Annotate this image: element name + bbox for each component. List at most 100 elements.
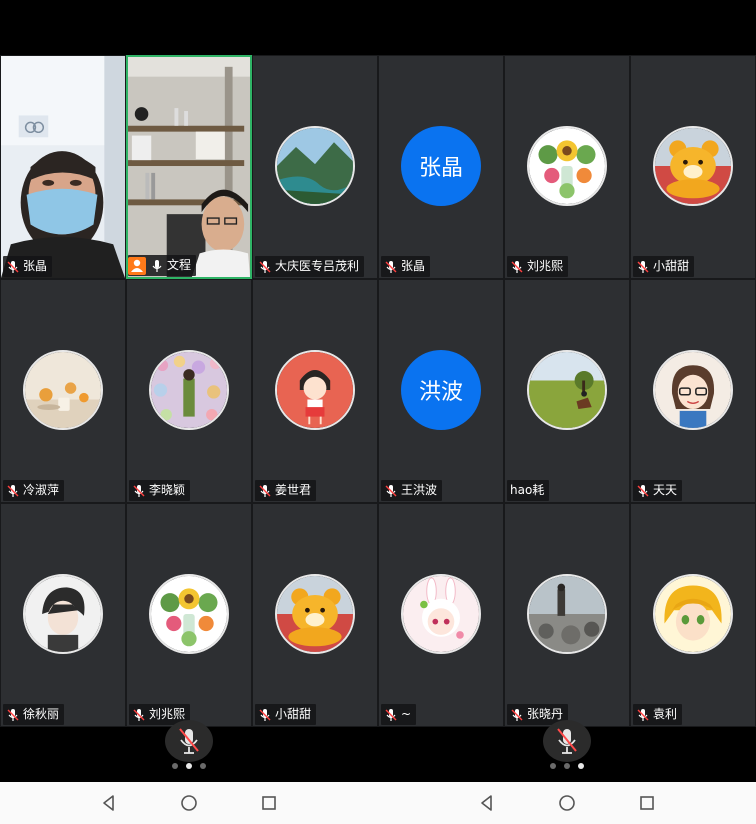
participant-tile[interactable]: 大庆医专吕茂利 (252, 55, 378, 279)
avatar-sunflower-bouquet (527, 126, 607, 206)
page-indicator (378, 763, 756, 771)
avatar-anime-blonde (653, 574, 733, 654)
participant-name: 袁利 (653, 707, 678, 721)
participant-tile[interactable]: 袁利 (630, 503, 756, 727)
participant-name-tag: 张晶 (381, 256, 431, 277)
participant-tile[interactable]: ~ (378, 503, 504, 727)
participant-grid-left: 张晶 文程 大庆医专吕茂利 冷淑萍 李晓颖 姜世君 徐秋丽 刘兆熙 小甜甜 (0, 55, 378, 729)
mic-muted-icon (6, 484, 20, 498)
host-person-icon (128, 256, 146, 275)
avatar-anime-bunny-girl (401, 574, 481, 654)
participant-tile[interactable]: 李晓颖 (126, 279, 252, 503)
back-triangle-icon[interactable] (98, 792, 120, 814)
mic-muted-icon (557, 728, 577, 754)
mic-icon (150, 259, 164, 273)
participant-tile[interactable]: 天天 (630, 279, 756, 503)
avatar-text: 张晶 (401, 126, 481, 206)
recents-square-icon[interactable] (636, 792, 658, 814)
home-circle-icon[interactable] (178, 792, 200, 814)
avatar-yellow-bear (275, 574, 355, 654)
participant-name: 张晶 (23, 259, 48, 273)
participant-tile[interactable]: hao耗 (504, 279, 630, 503)
participant-name-tag: 小甜甜 (633, 256, 695, 277)
participant-name-tag: 刘兆熙 (507, 256, 569, 277)
participant-tile[interactable]: 张晶 (0, 55, 126, 279)
page-dot[interactable] (564, 763, 570, 769)
participant-tile[interactable]: 张晶 张晶 (378, 55, 504, 279)
back-triangle-icon[interactable] (476, 792, 498, 814)
participant-tile[interactable]: 小甜甜 (252, 503, 378, 727)
mic-muted-icon (132, 708, 146, 722)
participant-video (128, 57, 250, 277)
participant-tile[interactable]: 徐秋丽 (0, 503, 126, 727)
recents-square-icon[interactable] (258, 792, 280, 814)
avatar-cartoon-girl (275, 350, 355, 430)
participant-name-tag: 张晶 (3, 256, 53, 277)
participant-video (1, 56, 125, 278)
app-screen: 张晶 文程 大庆医专吕茂利 冷淑萍 李晓颖 姜世君 徐秋丽 刘兆熙 小甜甜 张晶… (0, 0, 756, 824)
participant-name-tag: 姜世君 (255, 480, 317, 501)
mic-muted-icon (6, 708, 20, 722)
participant-name-tag: 文程 (128, 255, 197, 276)
participant-name: 姜世君 (275, 483, 312, 497)
avatar-illustrated-boy (23, 574, 103, 654)
participant-name: 小甜甜 (275, 707, 312, 721)
avatar-cartoon-woman-glasses (653, 350, 733, 430)
system-nav-bar-left (0, 782, 378, 824)
participant-name: 王洪波 (401, 483, 438, 497)
mute-toggle-button[interactable] (165, 720, 213, 762)
meeting-panel-left: 张晶 文程 大庆医专吕茂利 冷淑萍 李晓颖 姜世君 徐秋丽 刘兆熙 小甜甜 (0, 0, 378, 782)
page-dot[interactable] (200, 763, 206, 769)
meeting-panel-right: 张晶 张晶 刘兆熙 小甜甜 洪波 王洪波 hao耗 天天 ~ 张晓丹 袁利 (378, 0, 756, 782)
participant-tile[interactable]: 小甜甜 (630, 55, 756, 279)
page-dot-active[interactable] (578, 763, 584, 769)
participant-name: hao耗 (510, 483, 545, 497)
participant-name: 天天 (653, 483, 678, 497)
mic-muted-icon (179, 728, 199, 754)
participant-name: 张晶 (401, 259, 426, 273)
mic-muted-icon (132, 484, 146, 498)
participant-name-tag: 大庆医专吕茂利 (255, 256, 365, 277)
participant-name-tag: hao耗 (507, 480, 550, 501)
participant-name: 徐秋丽 (23, 707, 60, 721)
mic-muted-icon (636, 708, 650, 722)
participant-name: 刘兆熙 (527, 259, 564, 273)
home-circle-icon[interactable] (556, 792, 578, 814)
participant-grid-right: 张晶 张晶 刘兆熙 小甜甜 洪波 王洪波 hao耗 天天 ~ 张晓丹 袁利 (378, 55, 756, 729)
page-dot-active[interactable] (186, 763, 192, 769)
avatar-flower-wall (149, 350, 229, 430)
avatar-yellow-bear (653, 126, 733, 206)
participant-tile[interactable]: 姜世君 (252, 279, 378, 503)
mic-muted-icon (258, 260, 272, 274)
participant-name-tag: ~ (381, 704, 417, 725)
mic-muted-icon (384, 260, 398, 274)
participant-name: 大庆医专吕茂利 (275, 259, 360, 273)
avatar-landscape (275, 126, 355, 206)
avatar-sunflower-bouquet (149, 574, 229, 654)
participant-name: ~ (401, 707, 412, 721)
participant-tile[interactable]: 冷淑萍 (0, 279, 126, 503)
page-dot[interactable] (550, 763, 556, 769)
system-nav-bar-right (378, 782, 756, 824)
mic-muted-icon (636, 260, 650, 274)
participant-name: 冷淑萍 (23, 483, 60, 497)
mute-toggle-button[interactable] (543, 720, 591, 762)
participant-name-tag: 李晓颖 (129, 480, 191, 501)
participant-tile[interactable]: 刘兆熙 (504, 55, 630, 279)
participant-tile[interactable]: 洪波 王洪波 (378, 279, 504, 503)
participant-tile[interactable]: 刘兆熙 (126, 503, 252, 727)
participant-name: 小甜甜 (653, 259, 690, 273)
participant-name-tag: 小甜甜 (255, 704, 317, 725)
mic-muted-icon (636, 484, 650, 498)
mic-muted-icon (384, 484, 398, 498)
mic-icon (6, 260, 20, 274)
participant-name: 李晓颖 (149, 483, 186, 497)
mic-muted-icon (510, 260, 524, 274)
participant-name: 文程 (167, 258, 192, 272)
participant-tile[interactable]: 张晓丹 (504, 503, 630, 727)
participant-tile-active-speaker[interactable]: 文程 (126, 55, 252, 279)
mic-muted-icon (510, 708, 524, 722)
participant-name-tag: 袁利 (633, 704, 683, 725)
mic-muted-icon (258, 708, 272, 722)
page-dot[interactable] (172, 763, 178, 769)
